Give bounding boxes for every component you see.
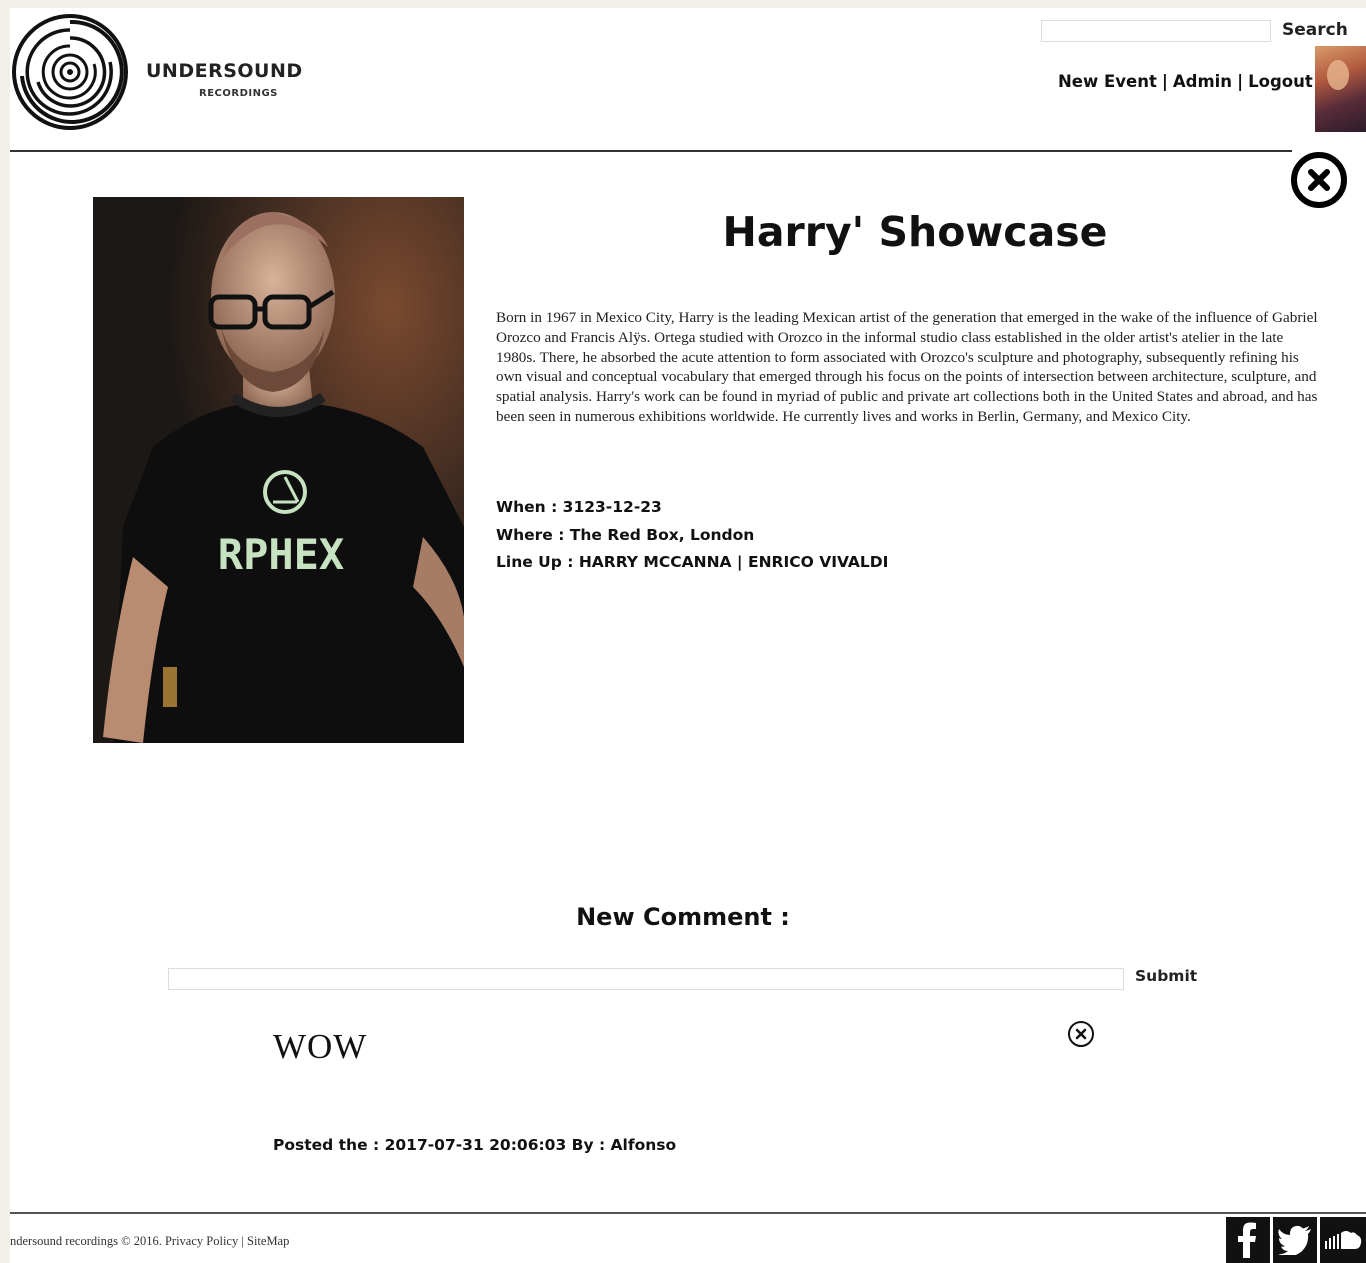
- where-label: Where :: [496, 525, 570, 544]
- page: UNDERSOUND RECORDINGS Search New Event | A…: [10, 8, 1366, 1263]
- nav-separator: |: [1161, 72, 1168, 91]
- comment-text: WOW: [273, 1027, 368, 1066]
- close-button[interactable]: [1291, 152, 1347, 208]
- nav-admin-link[interactable]: Admin: [1173, 72, 1232, 91]
- event-title: Harry' Showcase: [722, 208, 1108, 256]
- sitemap-link[interactable]: SiteMap: [247, 1234, 289, 1248]
- shirt-print-text: RPHEX: [218, 530, 344, 579]
- footer-divider: [10, 1212, 1366, 1214]
- header-divider: [10, 150, 1292, 152]
- event-when: When : 3123-12-23: [496, 494, 888, 522]
- when-value: 3123-12-23: [562, 498, 662, 516]
- search-button[interactable]: Search: [1282, 20, 1348, 40]
- user-avatar[interactable]: [1315, 46, 1366, 132]
- nav-logout-link[interactable]: Logout: [1248, 72, 1313, 91]
- soundcloud-icon: [1325, 1231, 1362, 1249]
- nav-separator: |: [1237, 72, 1244, 91]
- facebook-icon: [1238, 1222, 1256, 1258]
- close-icon: [1075, 1028, 1087, 1040]
- new-comment-heading: New Comment :: [576, 903, 790, 931]
- delete-comment-button[interactable]: [1068, 1021, 1094, 1047]
- where-value: The Red Box, London: [569, 525, 755, 544]
- facebook-button[interactable]: [1226, 1217, 1270, 1263]
- brand-name: UNDERSOUND: [146, 60, 303, 82]
- lineup-label: Line Up :: [496, 553, 579, 571]
- footer-copyright: ndersound recordings © 2016. Privacy Pol…: [10, 1234, 289, 1249]
- brand-subtitle: RECORDINGS: [199, 88, 278, 99]
- artist-photo: RPHEX: [93, 197, 464, 743]
- twitter-button[interactable]: [1273, 1217, 1317, 1263]
- search-input[interactable]: [1041, 20, 1271, 42]
- event-description: Born in 1967 in Mexico City, Harry is th…: [496, 309, 1318, 425]
- lineup-value: HARRY MCCANNA | ENRICO VIVALDI: [578, 553, 889, 571]
- comment-meta: Posted the : 2017-07-31 20:06:03 By : Al…: [273, 1136, 677, 1154]
- vinyl-logo-icon: [12, 14, 128, 130]
- event-details: When : 3123-12-23 Where : The Red Box, L…: [496, 494, 888, 577]
- twitter-icon: [1278, 1225, 1311, 1255]
- copyright-text: ndersound recordings © 2016.: [10, 1234, 165, 1248]
- nav-new-event-link[interactable]: New Event: [1058, 72, 1157, 91]
- submit-button[interactable]: Submit: [1135, 967, 1197, 985]
- when-label: When :: [496, 498, 563, 516]
- event-where: Where : The Red Box, London: [496, 522, 888, 550]
- privacy-policy-link[interactable]: Privacy Policy: [165, 1234, 238, 1248]
- soundcloud-button[interactable]: [1320, 1217, 1366, 1263]
- comment-input[interactable]: [168, 968, 1124, 990]
- artist-photo-illustration: RPHEX: [93, 197, 464, 743]
- top-nav: New Event|Admin|Logout|: [1058, 72, 1329, 91]
- event-lineup: Line Up : HARRY MCCANNA | ENRICO VIVALDI: [496, 549, 888, 577]
- footer-separator: |: [238, 1234, 247, 1248]
- logo[interactable]: UNDERSOUND RECORDINGS: [10, 12, 310, 132]
- close-icon: [1308, 169, 1330, 191]
